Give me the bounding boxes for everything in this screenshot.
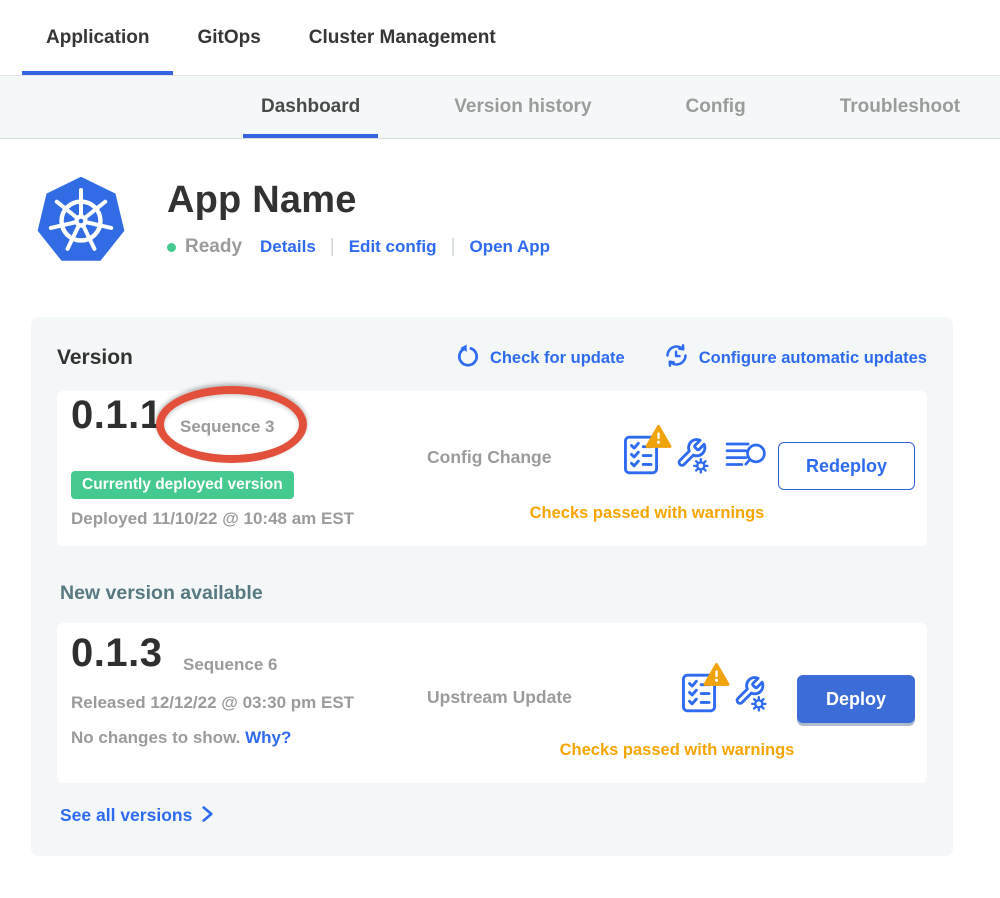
configure-auto-updates-link[interactable]: Configure automatic updates <box>663 342 927 374</box>
available-version-row: 0.1.3 Sequence 6 Released 12/12/22 @ 03:… <box>57 623 927 783</box>
version-check-icons <box>623 435 767 475</box>
tab-label: GitOps <box>197 27 260 49</box>
version-card-header: Version Check for update <box>57 343 927 373</box>
sequence-label: Sequence 6 <box>183 655 278 675</box>
card-title: Version <box>57 346 133 370</box>
tab-label: Application <box>46 27 149 49</box>
tab-application[interactable]: Application <box>22 0 173 75</box>
tab-troubleshoot[interactable]: Troubleshoot <box>822 76 978 138</box>
app-info: App Name Ready Details | Edit config | O… <box>167 175 550 258</box>
app-header: App Name Ready Details | Edit config | O… <box>35 175 1000 267</box>
check-for-update-link[interactable]: Check for update <box>455 343 625 374</box>
new-version-heading: New version available <box>60 582 927 605</box>
deployed-timestamp: Deployed 11/10/22 @ 10:48 am EST <box>71 509 354 529</box>
preflight-checks-icon[interactable] <box>623 435 659 475</box>
preflight-checks-icon[interactable] <box>681 673 717 713</box>
version-source: Upstream Update <box>427 687 572 708</box>
separator: | <box>330 236 335 258</box>
details-link[interactable]: Details <box>260 237 316 257</box>
primary-nav: Application GitOps Cluster Management <box>0 0 1000 76</box>
clock-refresh-icon <box>663 342 699 374</box>
version-source: Config Change <box>427 447 551 468</box>
app-status: Ready <box>185 236 242 258</box>
redeploy-button[interactable]: Redeploy <box>778 442 915 490</box>
see-all-label: See all versions <box>60 805 192 826</box>
warning-triangle-icon <box>703 662 730 692</box>
deployed-badge: Currently deployed version <box>71 471 294 499</box>
tab-label: Troubleshoot <box>840 96 960 118</box>
app-name: App Name <box>167 179 550 222</box>
status-row: Ready Details | Edit config | Open App <box>167 236 550 258</box>
config-wrench-gear-icon[interactable] <box>732 674 768 712</box>
separator: | <box>451 236 456 258</box>
tab-config[interactable]: Config <box>668 76 764 138</box>
tab-label: Cluster Management <box>309 27 496 49</box>
see-all-versions-link[interactable]: See all versions <box>60 803 214 828</box>
tab-label: Config <box>686 96 746 118</box>
deploy-button[interactable]: Deploy <box>797 675 915 723</box>
version-number: 0.1.3 <box>71 631 162 676</box>
preflight-warning-text: Checks passed with warnings <box>457 504 837 523</box>
app-nav: Dashboard Version history Config Trouble… <box>0 76 1000 139</box>
tab-label: Version history <box>454 96 591 118</box>
released-timestamp: Released 12/12/22 @ 03:30 pm EST <box>71 693 354 713</box>
no-changes-label: No changes to show. <box>71 728 240 747</box>
status-dot-icon <box>167 243 176 252</box>
diff-files-icon[interactable] <box>725 439 767 471</box>
no-changes-text: No changes to show. Why? <box>71 728 291 748</box>
dashboard-page: { "top_nav": { "tabs": [ {"label": "Appl… <box>0 0 1000 898</box>
why-link[interactable]: Why? <box>245 728 291 747</box>
sequence-label: Sequence 3 <box>180 417 275 437</box>
tab-version-history[interactable]: Version history <box>436 76 609 138</box>
current-version-row: 0.1.1 Sequence 3 Currently deployed vers… <box>57 391 927 546</box>
tab-label: Dashboard <box>261 96 360 118</box>
version-check-icons <box>681 673 768 713</box>
warning-triangle-icon <box>645 424 672 454</box>
edit-config-link[interactable]: Edit config <box>349 237 437 257</box>
tab-dashboard[interactable]: Dashboard <box>243 76 378 138</box>
action-label: Configure automatic updates <box>699 349 927 368</box>
preflight-warning-text: Checks passed with warnings <box>487 741 867 760</box>
action-label: Check for update <box>490 349 625 368</box>
refresh-icon <box>455 343 490 374</box>
card-actions: Check for update Configure automatic upd… <box>417 342 927 374</box>
config-wrench-gear-icon[interactable] <box>674 436 710 474</box>
open-app-link[interactable]: Open App <box>469 237 550 257</box>
tab-gitops[interactable]: GitOps <box>173 0 284 75</box>
tab-cluster-management[interactable]: Cluster Management <box>285 0 520 75</box>
kubernetes-logo-icon <box>35 175 127 267</box>
version-card: Version Check for update <box>31 317 953 856</box>
version-number: 0.1.1 <box>71 393 162 438</box>
chevron-right-icon <box>192 803 214 828</box>
